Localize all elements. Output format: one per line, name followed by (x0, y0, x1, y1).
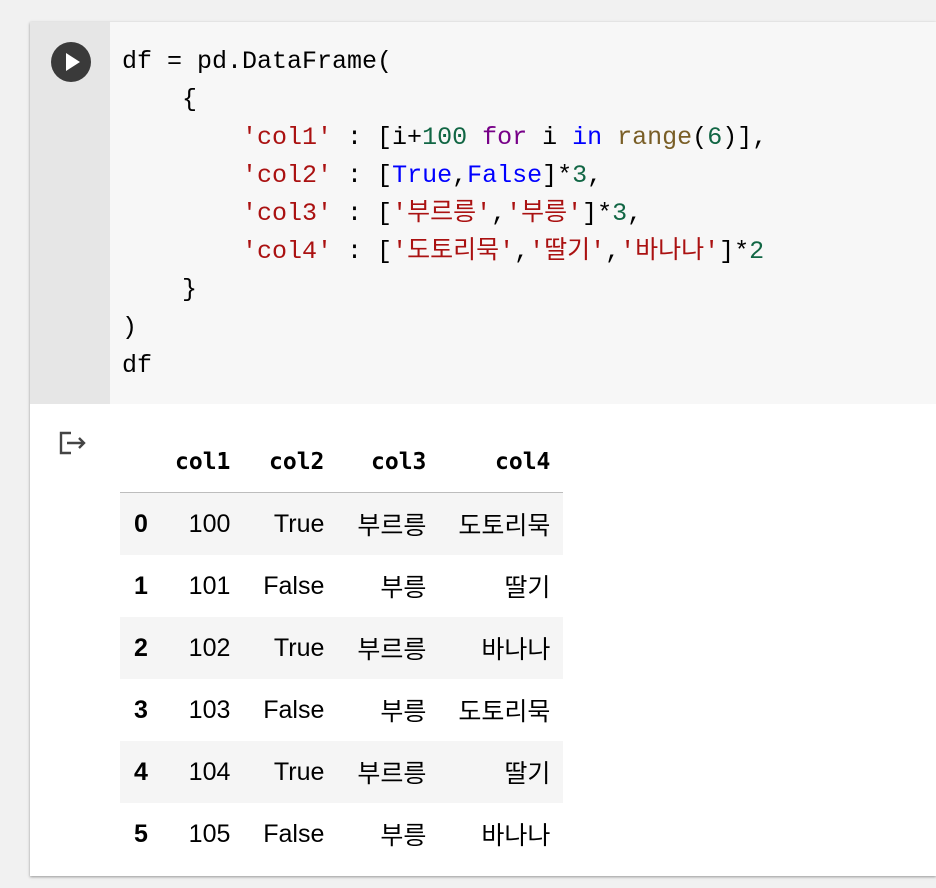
string-literal: '바나나' (620, 237, 720, 266)
code-token: , (514, 237, 530, 266)
index-header (120, 432, 162, 493)
code-token: { (122, 85, 198, 114)
table-cell: True (273, 633, 325, 662)
table-cell: 바나나 (481, 822, 551, 850)
table-cell: 부르릉 (357, 760, 427, 788)
number-literal: 2 (749, 237, 765, 266)
code-line: 'col4' : ['도토리묵','딸기','바나나']*2 (122, 233, 767, 271)
table-cell: 도토리묵 (458, 512, 551, 540)
code-token: , (452, 161, 468, 190)
code-line: 'col2' : [True,False]*3, (122, 157, 767, 195)
table-cell: 100 (188, 509, 231, 538)
table-cell: 부르릉 (357, 636, 427, 664)
table-row: 3 103 False 부릉 도토리묵 (120, 679, 563, 741)
string-literal: '부르릉' (392, 199, 492, 228)
code-token: )], (722, 123, 768, 152)
table-cell: False (263, 819, 325, 848)
code-line: 'col3' : ['부르릉','부릉']*3, (122, 195, 767, 233)
code-token: : [ (332, 161, 393, 190)
code-token: , (587, 161, 603, 190)
number-literal: 3 (612, 199, 628, 228)
table-cell: 102 (188, 633, 231, 662)
code-token: df = pd.DataFrame( (122, 47, 393, 76)
table-cell: 도토리묵 (458, 698, 551, 726)
table-cell: 부릉 (380, 698, 427, 726)
boolean-literal: False (467, 161, 543, 190)
column-header: col4 (439, 432, 564, 493)
keyword: in (572, 123, 603, 152)
table-row: 1 101 False 부릉 딸기 (120, 555, 563, 617)
row-index: 5 (134, 819, 148, 848)
string-literal: 'col4' (242, 237, 333, 266)
string-literal: '도토리묵' (392, 237, 515, 266)
table-row: 2 102 True 부르릉 바나나 (120, 617, 564, 679)
code-token: , (491, 199, 507, 228)
table-cell: True (273, 757, 325, 786)
boolean-literal: True (392, 161, 453, 190)
string-literal: 'col3' (242, 199, 333, 228)
string-literal: 'col1' (242, 123, 333, 152)
table-cell: 부르릉 (357, 512, 427, 540)
output-exit-icon[interactable] (58, 426, 90, 460)
table-cell: False (263, 571, 325, 600)
table-header-row: col1 col2 col3 col4 (120, 432, 564, 493)
table-cell: True (273, 509, 325, 538)
string-literal: 'col2' (242, 161, 333, 190)
row-index: 0 (134, 509, 148, 538)
number-literal: 100 (422, 123, 468, 152)
cell-gutter (30, 22, 110, 404)
code-token: df (122, 351, 153, 380)
table-cell: 101 (188, 571, 231, 600)
run-cell-button[interactable] (51, 42, 91, 82)
code-text: df = pd.DataFrame( { 'col1' : [i+100 for… (122, 43, 767, 385)
code-line: df (122, 347, 767, 385)
row-index: 3 (134, 695, 148, 724)
column-header: col1 (162, 432, 244, 493)
table-cell: 딸기 (504, 574, 551, 602)
code-token: , (627, 199, 643, 228)
code-token: , (605, 237, 621, 266)
code-line: } (122, 271, 767, 309)
code-editor[interactable]: df = pd.DataFrame( { 'col1' : [i+100 for… (110, 22, 936, 404)
table-cell: 딸기 (504, 760, 551, 788)
table-cell: False (263, 695, 325, 724)
code-cell[interactable]: df = pd.DataFrame( { 'col1' : [i+100 for… (30, 22, 936, 876)
code-token: } (122, 275, 198, 304)
string-literal: '부릉' (506, 199, 583, 228)
row-index: 4 (134, 757, 148, 786)
code-token: ]* (582, 199, 613, 228)
number-literal: 3 (572, 161, 588, 190)
string-literal: '딸기' (529, 237, 606, 266)
row-index: 1 (134, 571, 148, 600)
code-token: i (527, 123, 573, 152)
code-line: df = pd.DataFrame( (122, 43, 767, 81)
table-row: 4 104 True 부르릉 딸기 (120, 741, 564, 803)
code-line: { (122, 81, 767, 119)
column-header: col3 (337, 432, 440, 493)
table-cell: 부릉 (380, 574, 427, 602)
code-token: : [ (332, 237, 393, 266)
code-token: : [ (332, 199, 393, 228)
table-cell: 104 (188, 757, 231, 786)
code-token: ( (692, 123, 708, 152)
table-row: 5 105 False 부릉 바나나 (120, 803, 563, 865)
table-cell: 105 (188, 819, 231, 848)
code-token: ]* (542, 161, 573, 190)
table-cell: 바나나 (481, 636, 551, 664)
code-token: ]* (719, 237, 750, 266)
builtin-function: range (617, 123, 693, 152)
code-token: : [i+ (332, 123, 423, 152)
column-header: col2 (243, 432, 338, 493)
row-index: 2 (134, 633, 148, 662)
table-row: 0 100 True 부르릉 도토리묵 (120, 492, 564, 555)
table-cell: 103 (188, 695, 231, 724)
number-literal: 6 (707, 123, 723, 152)
dataframe-output-table: col1 col2 col3 col4 0 100 True 부르릉 도토리묵 … (120, 432, 564, 865)
code-token: ) (122, 313, 138, 342)
play-icon (66, 53, 80, 71)
code-line: 'col1' : [i+100 for i in range(6)], (122, 119, 767, 157)
code-line: ) (122, 309, 767, 347)
keyword: for (482, 123, 528, 152)
table-cell: 부릉 (380, 822, 427, 850)
